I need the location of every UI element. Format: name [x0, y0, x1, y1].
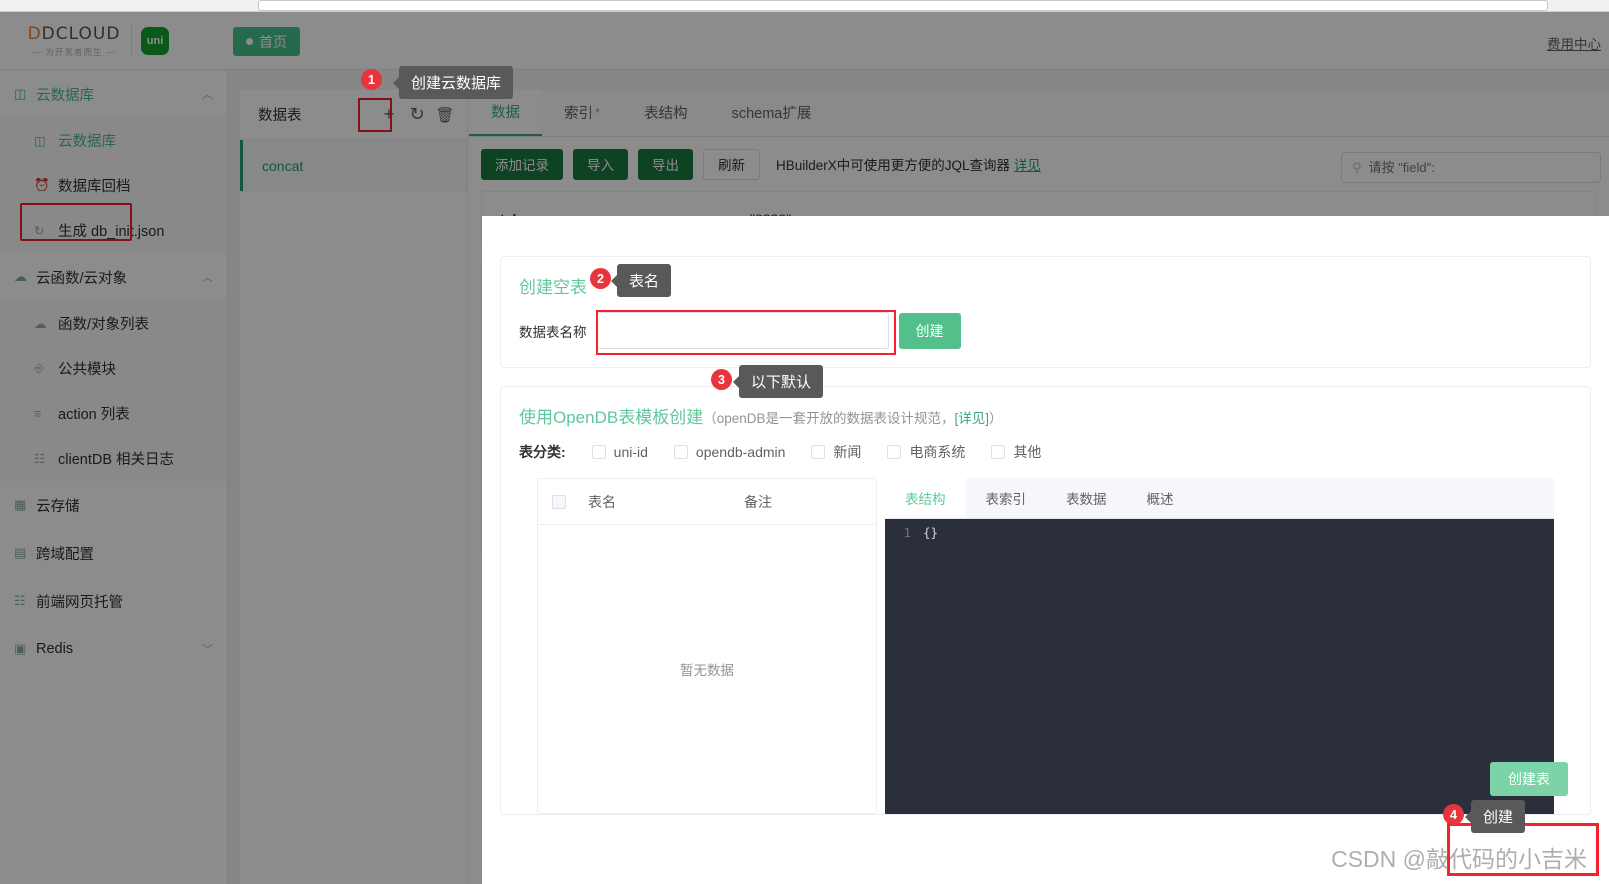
opendb-subtitle-prefix: （openDB是一套开放的数据表设计规范，	[703, 411, 955, 426]
checkbox-box-icon	[591, 445, 606, 459]
opendb-split-area: 表名 备注 暂无数据 表结构 表索引 表数据 概述 1 {}	[537, 477, 1554, 814]
checkbox-news-label: 新闻	[833, 444, 862, 460]
checkbox-box-icon	[991, 445, 1006, 459]
table-category-label: 表分类:	[519, 444, 566, 460]
browser-url-bar[interactable]	[258, 0, 1548, 11]
opendb-table-header: 表名 备注	[538, 479, 876, 525]
checkbox-uni-id-label: uni-id	[613, 444, 648, 460]
code-tab-data[interactable]: 表数据	[1046, 477, 1127, 518]
create-table-modal: 创建空表 数据表名称 创建 使用OpenDB表模板创建（openDB是一套开放的…	[482, 216, 1609, 884]
opendb-title: 使用OpenDB表模板创建	[519, 408, 704, 427]
create-empty-table-title: 创建空表	[519, 278, 587, 297]
opendb-code-panel: 表结构 表索引 表数据 概述 1 {}	[885, 477, 1554, 814]
checkbox-ecommerce[interactable]: 电商系统	[887, 442, 965, 462]
code-line: 1 {}	[885, 525, 1554, 540]
table-category-filters: 表分类: uni-id opendb-admin 新闻 电商系统 其他	[519, 442, 1572, 462]
annotation-badge-1: 1	[361, 69, 382, 90]
create-empty-table-button[interactable]: 创建	[898, 312, 961, 349]
create-table-button[interactable]: 创建表	[1490, 762, 1568, 796]
checkbox-box-icon	[887, 445, 902, 459]
code-tab-structure-label: 表结构	[905, 491, 946, 507]
annotation-badge-2: 2	[590, 268, 611, 289]
checkbox-uni-id[interactable]: uni-id	[591, 444, 648, 460]
opendb-table-empty-text: 暂无数据	[680, 663, 734, 678]
opendb-title-row: 使用OpenDB表模板创建（openDB是一套开放的数据表设计规范，[详见]）	[519, 403, 1572, 428]
opendb-template-card: 使用OpenDB表模板创建（openDB是一套开放的数据表设计规范，[详见]） …	[500, 386, 1591, 815]
browser-chrome-strip	[0, 0, 1609, 12]
checkbox-news[interactable]: 新闻	[811, 442, 861, 462]
column-header-remark: 备注	[744, 493, 772, 510]
checkbox-box-icon	[673, 445, 688, 459]
opendb-detail-link[interactable]: [详见]	[955, 411, 990, 426]
annotation-badge-3: 3	[711, 369, 732, 390]
table-name-form-row: 数据表名称 创建	[519, 312, 1572, 349]
code-line-text: {}	[923, 525, 939, 540]
code-tab-index-label: 表索引	[985, 491, 1027, 507]
annotation-tooltip-3: 以下默认	[739, 365, 824, 398]
column-header-name: 表名	[588, 493, 616, 510]
code-line-number: 1	[903, 525, 911, 540]
annotation-tooltip-1: 创建云数据库	[399, 66, 514, 99]
table-name-input[interactable]	[596, 312, 889, 349]
table-name-label: 数据表名称	[519, 324, 587, 340]
annotation-badge-4: 4	[1443, 804, 1464, 825]
opendb-code-tabs: 表结构 表索引 表数据 概述	[885, 477, 1554, 519]
select-all-checkbox[interactable]	[552, 494, 566, 509]
annotation-tooltip-4: 创建	[1471, 800, 1526, 833]
checkbox-box-icon	[811, 445, 826, 459]
checkbox-other-label: 其他	[1013, 444, 1042, 460]
checkbox-other[interactable]: 其他	[991, 442, 1041, 462]
checkbox-opendb-admin[interactable]: opendb-admin	[673, 444, 786, 460]
opendb-code-editor[interactable]: 1 {}	[885, 519, 1554, 814]
annotation-tooltip-2: 表名	[617, 264, 672, 297]
code-tab-index[interactable]: 表索引	[966, 477, 1047, 518]
checkbox-ecommerce-label: 电商系统	[909, 444, 966, 460]
code-tab-structure[interactable]: 表结构	[885, 477, 966, 518]
checkbox-opendb-admin-label: opendb-admin	[695, 444, 786, 460]
code-tab-overview[interactable]: 概述	[1127, 477, 1194, 518]
code-tab-overview-label: 概述	[1146, 491, 1174, 507]
code-tab-data-label: 表数据	[1066, 491, 1107, 507]
opendb-subtitle-suffix: ）	[989, 411, 1003, 426]
opendb-table-panel: 表名 备注 暂无数据	[537, 478, 877, 814]
